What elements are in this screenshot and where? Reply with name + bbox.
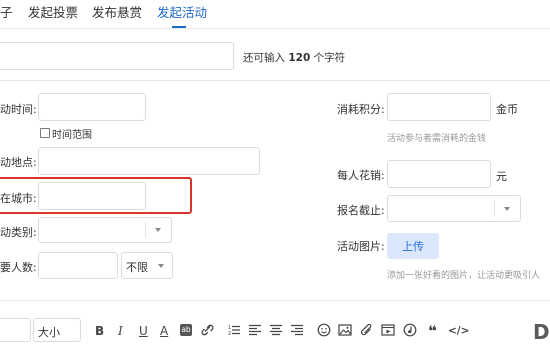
svg-text:2: 2 (228, 331, 231, 337)
image-hint: 添加一张好看的图片，让活动更吸引人 (387, 271, 541, 281)
ordered-list-icon[interactable]: 12 (228, 322, 240, 340)
activity-image-label: 活动图片: (337, 240, 385, 253)
fee-unit: 元 (496, 170, 507, 183)
city-field-highlight (0, 177, 192, 214)
deadline-select[interactable] (387, 195, 521, 222)
quote-icon[interactable]: ❝ (428, 322, 437, 340)
points-input[interactable] (387, 93, 491, 121)
title-input[interactable] (0, 42, 234, 70)
title-divider (0, 80, 550, 81)
chevron-down-icon (155, 228, 161, 232)
bold-button[interactable]: B (95, 322, 104, 340)
activity-location-input[interactable] (38, 147, 260, 175)
video-icon[interactable] (381, 322, 395, 340)
chevron-down-icon (504, 207, 510, 211)
tab-thread[interactable]: 子 (0, 2, 13, 21)
activity-time-label: 动时间: (0, 103, 37, 116)
remaining-chars-text: 还可输入 120 个字符 (243, 52, 346, 64)
font-size-value: 大小 (38, 326, 60, 339)
tab-reward[interactable]: 发布悬赏 (92, 2, 142, 21)
fee-input[interactable] (387, 160, 491, 188)
highlight-button[interactable]: ab (180, 324, 192, 336)
tab-activity[interactable]: 发起活动 (157, 2, 207, 21)
time-range-checkbox[interactable] (40, 128, 50, 138)
activity-category-label: 动类别: (0, 226, 37, 239)
attachment-icon[interactable] (360, 322, 373, 340)
time-range-label: 时间范围 (52, 130, 92, 141)
activity-location-label: 动地点: (0, 156, 37, 169)
audio-icon[interactable] (403, 322, 417, 340)
upload-button[interactable]: 上传 (387, 233, 439, 259)
font-size-select[interactable]: 大小 (33, 318, 81, 342)
image-icon[interactable] (338, 322, 352, 340)
emoji-icon[interactable] (317, 322, 331, 340)
people-count-label: 要人数: (0, 261, 37, 274)
activity-time-input[interactable] (38, 93, 146, 121)
link-icon[interactable] (201, 322, 214, 340)
editor-toolbar: 大小 B I U A ab 12 ❝ </> (0, 312, 550, 350)
deadline-label: 报名截止: (337, 204, 385, 217)
people-unit-value: 不限 (126, 261, 148, 274)
underline-button[interactable]: U (139, 322, 148, 340)
align-left-icon[interactable] (249, 322, 261, 340)
tab-poll[interactable]: 发起投票 (28, 2, 78, 21)
people-unit-select[interactable]: 不限 (121, 252, 173, 279)
tab-divider (0, 28, 550, 29)
code-icon[interactable]: </> (448, 322, 469, 340)
align-center-icon[interactable] (270, 322, 282, 340)
people-count-input[interactable] (38, 252, 118, 279)
fee-label: 每人花销: (337, 169, 385, 182)
form-divider (0, 300, 550, 301)
points-hint: 活动参与者需消耗的金钱 (387, 134, 487, 144)
font-color-button[interactable]: A (160, 322, 168, 340)
points-label: 消耗积分: (337, 103, 385, 116)
select-separator (494, 200, 495, 217)
align-right-icon[interactable] (291, 322, 303, 340)
points-unit: 金币 (496, 103, 518, 116)
italic-button[interactable]: I (118, 322, 123, 340)
watermark-logo: Di (533, 320, 550, 344)
select-separator (145, 222, 146, 238)
font-family-select[interactable] (0, 318, 31, 342)
chevron-down-icon (158, 264, 164, 268)
activity-category-select[interactable] (38, 217, 172, 243)
